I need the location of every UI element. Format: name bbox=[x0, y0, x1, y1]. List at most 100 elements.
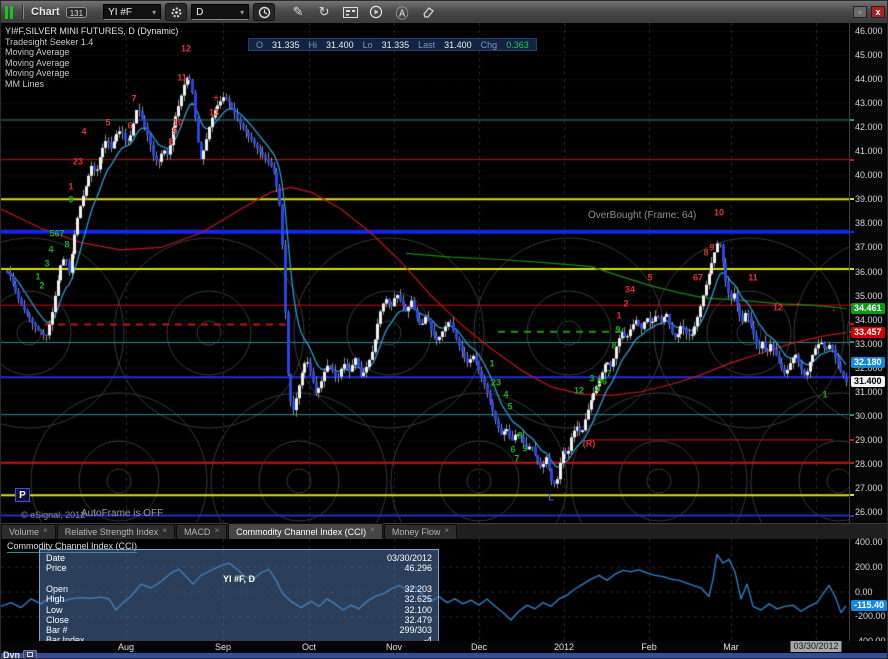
cci-axis-tick: 200.00 bbox=[855, 561, 883, 572]
count-label: 3 bbox=[44, 258, 50, 269]
interval-value: D bbox=[196, 6, 204, 18]
count-label: + bbox=[213, 92, 219, 103]
count-label: 8 bbox=[168, 136, 174, 147]
mm-line-axis-tick bbox=[850, 438, 854, 441]
count-label: L bbox=[548, 492, 554, 503]
databox-row-label: Open bbox=[46, 583, 69, 594]
auto-annotate-button[interactable]: Ⓐ bbox=[391, 3, 413, 21]
window-active-indicator-icon bbox=[5, 5, 13, 19]
databox-row-value: 32.479 bbox=[404, 614, 432, 625]
legend-line: YI#F,SILVER MINI FUTURES, D (Dynamic) bbox=[5, 26, 179, 36]
low-value: 31.335 bbox=[381, 39, 410, 50]
tab-close-icon[interactable]: × bbox=[43, 526, 48, 535]
erase-tool-button[interactable] bbox=[417, 3, 439, 21]
count-label: 5 bbox=[507, 401, 513, 412]
mm-line-axis-tick bbox=[850, 461, 854, 464]
price-axis[interactable]: 46.000 45.000 44.000 43.000 42.000 41.000 40.0… bbox=[849, 23, 887, 523]
count-label: 8 bbox=[611, 340, 617, 351]
price-chart-canvas[interactable] bbox=[1, 23, 849, 523]
count-label: 9 bbox=[615, 324, 621, 335]
count-label: 8 bbox=[64, 239, 70, 250]
chart-window: Chart 131 YI #F ▾ D ▾ ✎ ↻ Ⓐ ▫ x YI#F,SIL… bbox=[0, 0, 888, 659]
count-label: 12 bbox=[573, 385, 585, 396]
low-label: Lo bbox=[362, 39, 373, 50]
statusbar: Dyn bbox=[1, 649, 38, 658]
time-axis-month-label: 2012 bbox=[553, 642, 575, 652]
time-template-button[interactable] bbox=[253, 3, 276, 21]
autoframe-status-label: AutoFrame is OFF bbox=[81, 508, 164, 519]
price-axis-tick: 31.000 bbox=[855, 386, 883, 397]
tab-close-icon[interactable]: × bbox=[162, 526, 167, 535]
price-axis-tick: 42.000 bbox=[855, 122, 883, 133]
mm-line-axis-tick bbox=[850, 230, 854, 233]
count-label: - bbox=[796, 298, 800, 309]
count-label: 6 bbox=[127, 120, 133, 131]
databox-row: Open 32.203 bbox=[46, 584, 432, 594]
count-label: 567 bbox=[49, 228, 65, 239]
count-label: 23 bbox=[490, 377, 502, 388]
chart-legend: YI#F,SILVER MINI FUTURES, D (Dynamic) Tra… bbox=[5, 26, 178, 90]
refresh-button[interactable]: ↻ bbox=[313, 3, 335, 21]
legend-line: MM Lines bbox=[5, 78, 45, 89]
price-axis-tick: 34.000 bbox=[855, 314, 883, 325]
window-restore-button[interactable]: ▫ bbox=[853, 6, 867, 18]
p-marker-badge[interactable]: P bbox=[15, 488, 30, 502]
mm-line-axis-tick bbox=[850, 341, 854, 344]
quote-bar: O 31.335 Hi 31.400 Lo 31.335 Last 31.400 Chg… bbox=[248, 38, 537, 51]
chevron-down-icon: ▾ bbox=[152, 7, 157, 17]
price-axis-tick: 43.000 bbox=[855, 98, 883, 109]
tab-close-icon[interactable]: × bbox=[444, 526, 449, 535]
databox-row-label: Bar # bbox=[46, 625, 68, 636]
pin-icon bbox=[27, 652, 34, 657]
titlebar-divider bbox=[22, 5, 24, 19]
count-label: 11 bbox=[177, 72, 187, 83]
tab-label: Volume bbox=[9, 527, 40, 537]
count-label: · bbox=[832, 305, 836, 316]
cci-axis[interactable]: 400.00200.000.00-200.00-400.00-115.40 bbox=[849, 537, 887, 646]
tab-close-icon[interactable]: × bbox=[214, 526, 219, 535]
indicator-tab-relative-strength-index[interactable]: Relative Strength Index × bbox=[56, 524, 175, 539]
symbol-settings-button[interactable] bbox=[165, 3, 188, 21]
mm-line-axis-tick bbox=[850, 268, 854, 271]
high-value: 31.400 bbox=[326, 39, 354, 50]
count-label: 11 bbox=[748, 272, 758, 283]
pin-toggle-button[interactable] bbox=[23, 649, 38, 658]
price-axis-tick: 30.000 bbox=[855, 410, 883, 421]
count-label: 13 bbox=[208, 107, 220, 118]
chevron-down-icon: ▾ bbox=[240, 7, 245, 17]
indicator-tab-volume[interactable]: Volume × bbox=[1, 524, 56, 539]
interval-dropdown[interactable]: D ▾ bbox=[191, 4, 250, 20]
mm-line-axis-tick bbox=[850, 158, 854, 161]
count-label: 9 bbox=[172, 126, 178, 137]
clock-icon bbox=[258, 6, 270, 18]
time-axis[interactable]: Aug Sep Oct Nov Dec 2012 Feb Mar 03/30/2012 bbox=[1, 641, 887, 653]
indicator-tab-money-flow[interactable]: Money Flow × bbox=[383, 524, 458, 539]
databox-row-label: Low bbox=[46, 604, 63, 615]
count-label: 56 bbox=[596, 376, 608, 387]
window-close-button[interactable]: x bbox=[871, 6, 885, 18]
overbought-frame-label: OverBought (Frame: 64) bbox=[588, 210, 697, 221]
time-axis-month-label: Sep bbox=[214, 642, 232, 652]
window-bottom-border bbox=[1, 653, 887, 658]
replay-button[interactable] bbox=[365, 3, 387, 21]
window-title: Chart bbox=[31, 6, 60, 18]
open-label: O bbox=[256, 39, 264, 50]
count-label: 9 bbox=[709, 242, 715, 253]
price-axis-tick: 40.000 bbox=[855, 170, 883, 181]
quote-board-icon bbox=[342, 6, 358, 18]
draw-tool-button[interactable]: ✎ bbox=[287, 3, 309, 21]
databox-tooltip: Date 03/30/2012 Price 46.296 YI #F, D Open 32.… bbox=[39, 549, 439, 645]
count-label: 34 bbox=[624, 284, 636, 295]
indicator-tab-commodity-channel-index-cci[interactable]: Commodity Channel Index (CCI) × bbox=[228, 523, 383, 539]
symbol-dropdown[interactable]: YI #F ▾ bbox=[103, 4, 162, 20]
databox-row-label: Close bbox=[46, 614, 70, 625]
price-axis-tick: 27.000 bbox=[855, 482, 883, 493]
price-axis-tick: 39.000 bbox=[855, 194, 883, 205]
tab-close-icon[interactable]: × bbox=[370, 525, 375, 534]
change-value: 0.363 bbox=[506, 39, 529, 50]
databox-row: Close 32.479 bbox=[46, 615, 432, 625]
mm-line-axis-tick bbox=[850, 118, 854, 121]
indicator-tab-macd[interactable]: MACD × bbox=[175, 524, 228, 539]
quote-board-button[interactable] bbox=[339, 3, 361, 21]
databox-row: Date 03/30/2012 bbox=[46, 553, 432, 563]
